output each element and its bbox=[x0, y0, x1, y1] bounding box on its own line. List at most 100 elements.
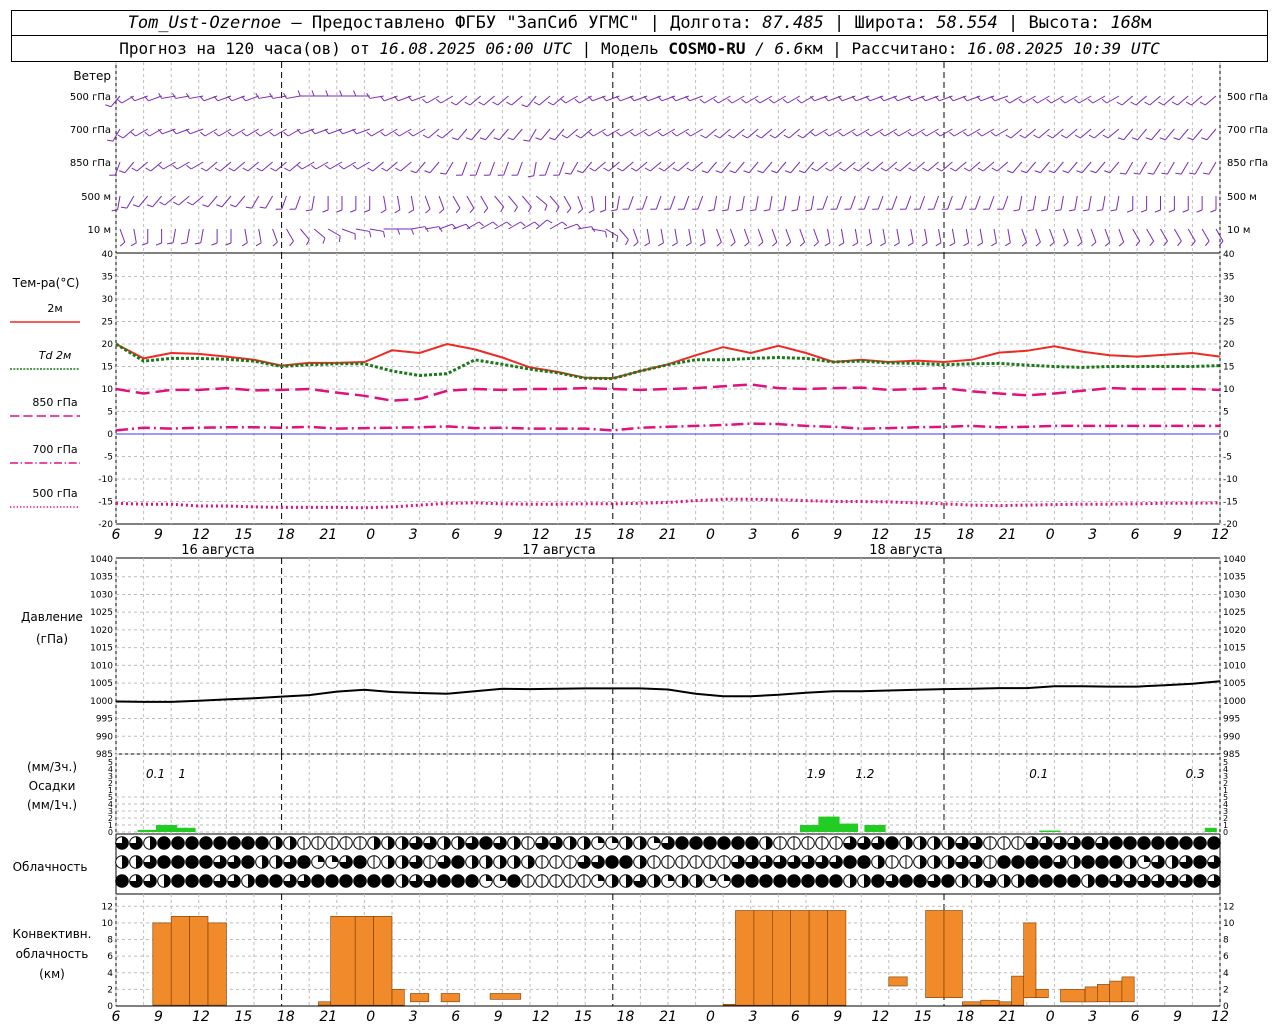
convective-cloud-bar bbox=[771, 910, 791, 1006]
time-tick-label: 15 bbox=[574, 1009, 592, 1024]
wind-barb-staff bbox=[1035, 228, 1041, 243]
wind-barb-staff bbox=[369, 228, 384, 232]
wind-barb-staff bbox=[512, 128, 523, 141]
cloud-cover-fill bbox=[612, 836, 619, 843]
cloud-cover-fill bbox=[605, 855, 619, 869]
time-tick-label: 6 bbox=[1131, 527, 1140, 543]
wind-barb-flag bbox=[630, 131, 636, 137]
temp-ytick-right: -10 bbox=[1223, 475, 1238, 485]
wind-barb-flag bbox=[1149, 240, 1155, 247]
convective-cloud-bar bbox=[753, 910, 773, 1006]
wind-barb-flag bbox=[1144, 101, 1151, 106]
wind-barb-staff bbox=[1187, 228, 1196, 242]
cloud-cover-fill bbox=[1095, 855, 1109, 869]
wind-barb-flag bbox=[1021, 241, 1027, 247]
wind-barb-staff bbox=[747, 128, 759, 139]
cloud-cover-fill bbox=[255, 836, 269, 850]
wind-barb-flag bbox=[1048, 170, 1055, 174]
wind-barb-staff bbox=[757, 228, 764, 243]
wind-barb-staff bbox=[117, 195, 121, 210]
cloud-cover-fill bbox=[570, 836, 577, 850]
temp-ytick-left: 30 bbox=[102, 295, 114, 305]
wind-barb-staff bbox=[660, 228, 664, 243]
wind-barb-flag bbox=[425, 208, 431, 214]
wind-barb-staff bbox=[400, 161, 412, 172]
convective-cloud-bar bbox=[1109, 980, 1123, 1003]
wind-barb-staff bbox=[688, 228, 692, 243]
wind-barb-flag bbox=[1140, 209, 1147, 213]
cloud-cover-fill bbox=[1109, 836, 1123, 850]
wind-barb-flag bbox=[352, 164, 358, 170]
wind-barb-flag bbox=[1041, 209, 1048, 212]
wind-barb-flag bbox=[741, 134, 748, 139]
wind-barb-staff bbox=[608, 161, 620, 172]
wind-barb-flag bbox=[894, 167, 901, 172]
cloud-cover-fill bbox=[122, 855, 129, 869]
wind-barb-flag bbox=[757, 170, 764, 174]
cloud-cover-fill bbox=[444, 836, 451, 850]
cloud-cover-fill bbox=[199, 855, 213, 869]
wind-barb-flag bbox=[602, 131, 608, 137]
wind-barb-flag bbox=[1126, 209, 1133, 213]
wind-barb-flag bbox=[907, 131, 913, 137]
wind-barb-staff bbox=[175, 95, 190, 99]
wind-barb-flag bbox=[768, 98, 775, 104]
date-label: 17 августа bbox=[522, 543, 596, 558]
wind-barb-staff bbox=[816, 161, 828, 172]
wind-barb-flag bbox=[1201, 137, 1208, 141]
cloud-cover-fill bbox=[689, 836, 703, 850]
wind-barb-flag bbox=[311, 90, 315, 97]
wind-barb-flag bbox=[922, 167, 929, 172]
wind-barb-staff bbox=[286, 95, 301, 99]
temp-ytick-right: -15 bbox=[1223, 498, 1238, 508]
wind-barb-flag bbox=[241, 131, 247, 137]
wind-barb-staff bbox=[311, 195, 315, 210]
wind-barb-staff bbox=[785, 228, 792, 243]
wind-barb-flag bbox=[991, 242, 997, 247]
cloud-cover-fill bbox=[626, 874, 633, 888]
wind-barb-flag bbox=[658, 167, 665, 172]
wind-barb-flag bbox=[172, 164, 178, 170]
cloud-cover-fill bbox=[213, 836, 227, 850]
wind-barb-staff bbox=[1054, 161, 1064, 174]
cloud-cover-fill bbox=[1165, 836, 1179, 850]
wind-barb-staff bbox=[535, 195, 548, 206]
wind-barb-flag bbox=[797, 134, 804, 139]
wind-barb-staff bbox=[933, 195, 940, 210]
cloud-cover-fill bbox=[1004, 874, 1011, 888]
wind-barb-flag bbox=[546, 219, 553, 224]
wind-barb-flag bbox=[1088, 134, 1095, 139]
wind-barb-flag bbox=[1013, 209, 1020, 212]
time-tick-label: 3 bbox=[409, 1009, 418, 1024]
wind-barb-flag bbox=[199, 95, 205, 102]
wind-barb-flag bbox=[1090, 170, 1097, 174]
wind-barb-flag bbox=[1018, 98, 1024, 104]
wind-barb-staff bbox=[489, 161, 496, 176]
temp-ytick-right: 10 bbox=[1223, 385, 1235, 395]
wind-barb-staff bbox=[149, 128, 162, 137]
wind-barb-staff bbox=[207, 195, 218, 208]
wind-level-label-right: 500 м bbox=[1227, 192, 1257, 203]
wind-barb-staff bbox=[1049, 228, 1055, 243]
wind-barb-flag bbox=[1182, 209, 1189, 213]
wind-barb-flag bbox=[1196, 209, 1203, 213]
wind-level-label-left: 500 м bbox=[81, 192, 111, 203]
temp-ytick-right: 0 bbox=[1223, 430, 1229, 440]
wind-barb-staff bbox=[471, 128, 482, 141]
cloud-cover-fill bbox=[724, 874, 731, 881]
wind-barb-staff bbox=[1204, 95, 1217, 106]
wind-barb-flag bbox=[625, 239, 629, 246]
wind-barb-staff bbox=[951, 228, 956, 243]
time-tick-label: 0 bbox=[706, 1009, 715, 1024]
cloud-cover-fill bbox=[696, 874, 703, 888]
wind-barb-staff bbox=[776, 161, 787, 174]
cloud-cover-fill bbox=[402, 855, 409, 869]
wind-barb-flag bbox=[1163, 240, 1168, 247]
wind-barb-flag bbox=[521, 104, 528, 108]
wind-barb-flag bbox=[141, 242, 148, 246]
cloud-cover-fill bbox=[241, 855, 255, 869]
convective-cloud-bar bbox=[152, 922, 172, 1006]
cloud-cover-fill bbox=[815, 874, 829, 888]
wind-barb-staff bbox=[1007, 228, 1011, 243]
wind-barb-flag bbox=[1062, 170, 1069, 174]
